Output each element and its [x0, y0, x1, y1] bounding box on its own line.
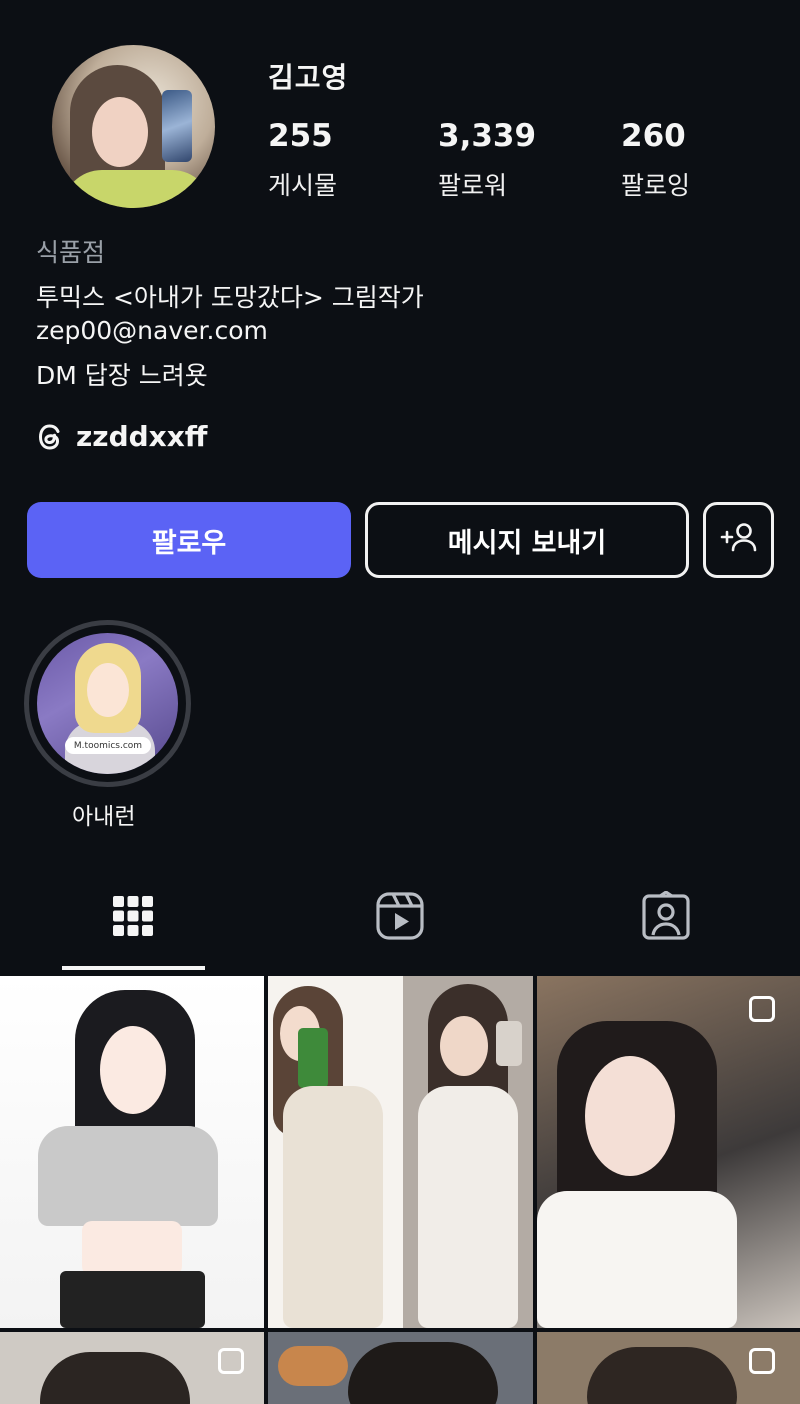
post-thumbnail[interactable] [0, 976, 264, 1328]
carousel-indicator-icon [218, 1348, 244, 1374]
highlight-story[interactable]: M.toomics.com [24, 620, 191, 787]
bio-email-link[interactable]: zep00@naver.com [36, 316, 268, 345]
highlight-thumbnail: M.toomics.com [37, 633, 178, 774]
threads-link[interactable]: zzddxxff [36, 420, 207, 453]
add-person-icon [719, 520, 759, 561]
follow-button[interactable]: 팔로우 [27, 502, 351, 578]
followers-count[interactable]: 3,339 [438, 118, 536, 154]
post-thumbnail[interactable] [0, 1332, 264, 1404]
following-label[interactable]: 팔로잉 [621, 166, 690, 202]
tab-posts[interactable] [103, 888, 163, 948]
highlight-label: 아내런 [72, 804, 136, 830]
threads-icon [36, 422, 66, 452]
following-count[interactable]: 260 [621, 118, 686, 154]
add-person-button[interactable] [703, 502, 774, 578]
message-button[interactable]: 메시지 보내기 [365, 502, 689, 578]
reel-indicator-icon [749, 996, 775, 1022]
profile-category: 식품점 [36, 238, 106, 267]
posts-label[interactable]: 게시물 [268, 166, 337, 202]
carousel-indicator-icon [749, 1348, 775, 1374]
reels-icon [375, 891, 425, 945]
bio-line: 투믹스 <아내가 도망갔다> 그림작가 [36, 283, 424, 312]
posts-count[interactable]: 255 [268, 118, 333, 154]
post-thumbnail[interactable] [268, 976, 533, 1328]
tab-tagged[interactable] [636, 888, 696, 948]
tab-reels[interactable] [370, 888, 430, 948]
followers-label[interactable]: 팔로워 [438, 166, 507, 202]
post-thumbnail[interactable] [268, 1332, 533, 1404]
threads-handle: zzddxxff [76, 420, 208, 453]
active-tab-indicator [62, 966, 205, 970]
post-thumbnail[interactable] [537, 976, 800, 1328]
highlight-link-text: M.toomics.com [65, 737, 151, 754]
bio-line: DM 답장 느려욧 [36, 361, 208, 390]
profile-avatar[interactable] [52, 45, 215, 208]
grid-icon [112, 891, 154, 945]
tagged-icon [641, 890, 691, 945]
profile-username: 김고영 [268, 61, 349, 94]
post-thumbnail[interactable] [537, 1332, 800, 1404]
